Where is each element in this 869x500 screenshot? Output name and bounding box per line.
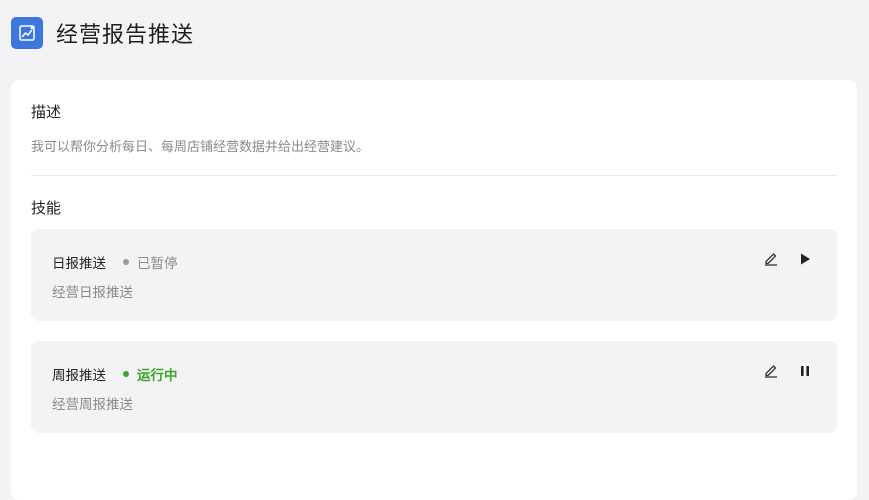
skill-name: 周报推送	[52, 368, 106, 384]
status-badge: 运行中	[123, 364, 178, 384]
skill-card-weekly: 周报推送 运行中 经营周报推送	[31, 341, 837, 433]
status-badge: 已暂停	[123, 252, 178, 272]
play-button[interactable]	[794, 249, 816, 271]
status-dot	[123, 259, 129, 265]
page-header: 经营报告推送	[11, 17, 194, 49]
skill-card-daily: 日报推送 已暂停 经营日报推送	[31, 229, 837, 321]
edit-icon	[763, 362, 779, 382]
pause-button[interactable]	[794, 361, 816, 383]
skills-heading: 技能	[31, 199, 62, 217]
divider	[31, 175, 837, 176]
status-dot	[123, 371, 129, 377]
content-card: 描述 我可以帮你分析每日、每周店铺经营数据并给出经营建议。 技能 日报推送 已暂…	[11, 80, 857, 500]
chart-icon	[11, 17, 43, 49]
description-heading: 描述	[31, 103, 62, 121]
edit-button[interactable]	[760, 249, 782, 271]
edit-button[interactable]	[760, 361, 782, 383]
skill-subtitle: 经营日报推送	[52, 285, 133, 301]
status-label: 运行中	[137, 368, 178, 384]
description-text: 我可以帮你分析每日、每周店铺经营数据并给出经营建议。	[31, 140, 370, 155]
skill-name: 日报推送	[52, 256, 106, 272]
edit-icon	[763, 250, 779, 270]
play-icon	[798, 251, 812, 270]
skill-subtitle: 经营周报推送	[52, 397, 133, 413]
pause-icon	[798, 363, 812, 382]
page-title: 经营报告推送	[56, 23, 195, 48]
status-label: 已暂停	[137, 256, 178, 272]
